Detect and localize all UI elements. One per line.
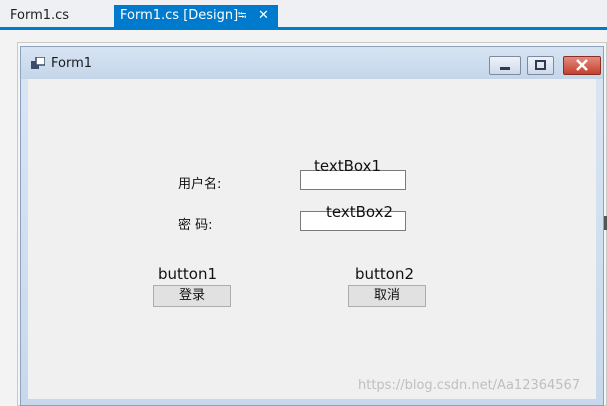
cancel-button[interactable]: 取消: [348, 285, 426, 307]
form-titlebar[interactable]: Form1: [21, 47, 603, 79]
close-icon: [576, 59, 588, 71]
minimize-button[interactable]: [489, 56, 521, 75]
tab-label: Form1.cs [Design]: [120, 8, 239, 23]
textbox2-name: textBox2: [326, 203, 394, 221]
tab-form1-design[interactable]: Form1.cs [Design] ⭾ ✕: [114, 5, 278, 27]
form-title: Form1: [51, 56, 93, 71]
form-client-area: 用户名: 密 码: textBox1 textBox2 button1 登录 b…: [28, 79, 596, 399]
minimize-icon: [500, 67, 510, 70]
password-label: 密 码:: [178, 218, 213, 233]
pin-icon[interactable]: ⭾: [238, 5, 246, 27]
tab-label: Form1.cs: [10, 8, 70, 23]
form-window[interactable]: Form1 用户名: 密 码: textBox1 textBox2 button…: [20, 46, 604, 406]
button2-name: button2: [355, 265, 415, 283]
tab-form1-cs[interactable]: Form1.cs: [4, 5, 96, 27]
close-tab-icon[interactable]: ✕: [258, 5, 269, 27]
form-icon: [31, 57, 45, 69]
watermark: https://blog.csdn.net/Aa12364567: [358, 378, 581, 393]
close-window-button[interactable]: [563, 56, 601, 75]
username-label: 用户名:: [178, 177, 222, 192]
document-tabstrip: Form1.cs Form1.cs [Design] ⭾ ✕: [0, 0, 607, 28]
button1-name: button1: [158, 265, 218, 283]
login-button[interactable]: 登录: [153, 285, 231, 307]
maximize-button[interactable]: [527, 56, 554, 75]
textbox1-name: textBox1: [314, 157, 382, 175]
maximize-icon: [535, 60, 546, 70]
